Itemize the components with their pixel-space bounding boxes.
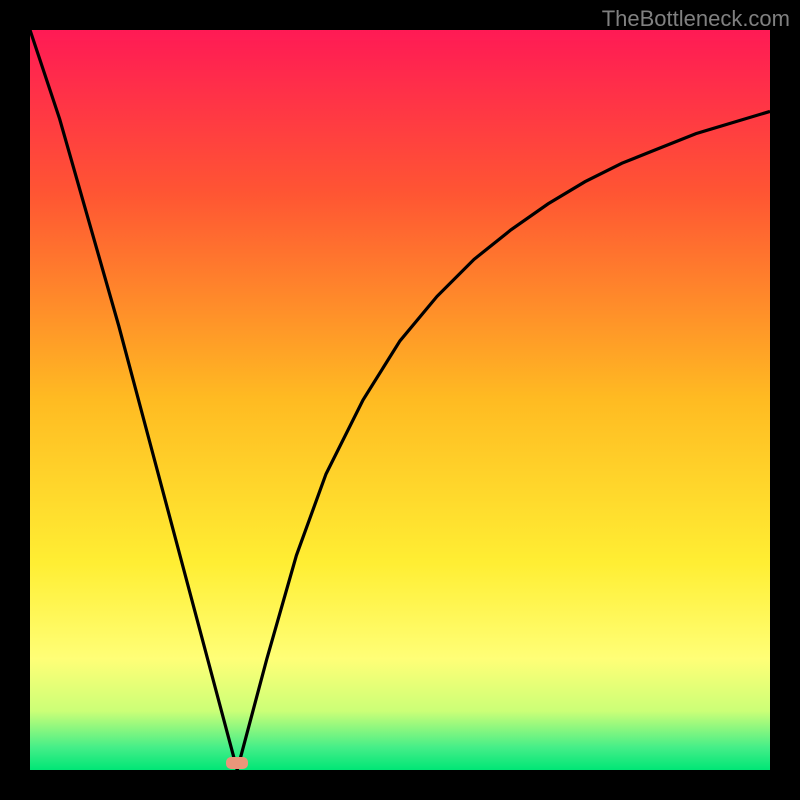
curve-path xyxy=(30,30,770,770)
optimum-marker xyxy=(226,757,248,769)
bottleneck-curve xyxy=(30,30,770,770)
watermark-text: TheBottleneck.com xyxy=(602,6,790,32)
chart-frame xyxy=(30,30,770,770)
